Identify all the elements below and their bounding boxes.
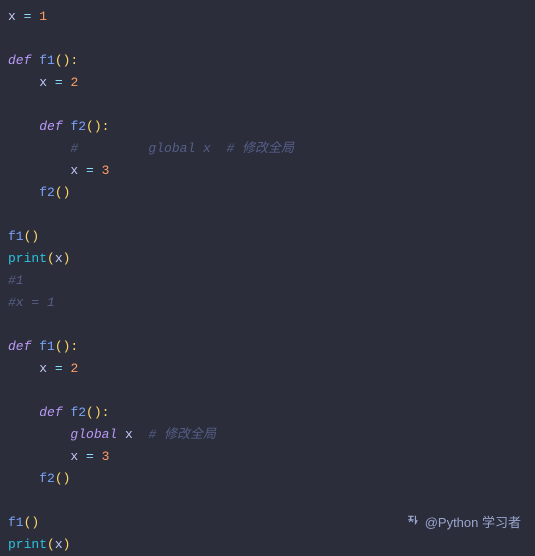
parentheses: (): [55, 339, 78, 354]
parentheses: () [55, 471, 71, 486]
code-line-22: f2() [8, 468, 527, 490]
keyword-def: def [8, 53, 39, 68]
parentheses: () [24, 515, 40, 530]
variable: x [8, 9, 16, 24]
function-call: f2 [39, 471, 55, 486]
code-line-14: #x = 1 [8, 292, 527, 314]
keyword-global: global [70, 427, 125, 442]
comment: # 修改全局 [133, 427, 216, 442]
argument: x [55, 537, 63, 552]
function-name: f2 [70, 119, 86, 134]
builtin-function: print [8, 251, 47, 266]
code-line-25: print(x) [8, 534, 527, 556]
code-line-17: x = 2 [8, 358, 527, 380]
code-line-blank [8, 490, 527, 512]
paren-open: ( [47, 537, 55, 552]
code-line-19: def f2(): [8, 402, 527, 424]
keyword-def: def [39, 119, 70, 134]
parentheses: (): [86, 405, 109, 420]
code-line-11: f1() [8, 226, 527, 248]
code-line-6: def f2(): [8, 116, 527, 138]
code-line-blank [8, 314, 527, 336]
operator: = [47, 361, 70, 376]
code-line-20: global x # 修改全局 [8, 424, 527, 446]
watermark-text: @Python 学习者 [425, 515, 521, 530]
number: 1 [39, 9, 47, 24]
comment: #1 [8, 273, 24, 288]
code-line-4: x = 2 [8, 72, 527, 94]
operator: = [47, 75, 70, 90]
number: 2 [70, 75, 78, 90]
function-call: f2 [39, 185, 55, 200]
operator: = [16, 9, 39, 24]
zhihu-icon [407, 513, 421, 535]
code-line-8: x = 3 [8, 160, 527, 182]
operator: = [78, 163, 101, 178]
number: 3 [102, 449, 110, 464]
keyword-def: def [8, 339, 39, 354]
builtin-function: print [8, 537, 47, 552]
parentheses: () [55, 185, 71, 200]
argument: x [55, 251, 63, 266]
code-line-1: x = 1 [8, 6, 527, 28]
comment: # global x # 修改全局 [70, 141, 294, 156]
code-line-12: print(x) [8, 248, 527, 270]
parentheses: () [24, 229, 40, 244]
code-line-13: #1 [8, 270, 527, 292]
function-call: f1 [8, 515, 24, 530]
code-line-3: def f1(): [8, 50, 527, 72]
variable: x [39, 75, 47, 90]
variable: x [39, 361, 47, 376]
keyword-def: def [39, 405, 70, 420]
comment: #x = 1 [8, 295, 55, 310]
variable: x [125, 427, 133, 442]
parentheses: (): [86, 119, 109, 134]
code-block: x = 1 def f1(): x = 2 def f2(): # global… [8, 6, 527, 556]
operator: = [78, 449, 101, 464]
number: 2 [70, 361, 78, 376]
code-line-7: # global x # 修改全局 [8, 138, 527, 160]
code-line-blank [8, 204, 527, 226]
code-line-16: def f1(): [8, 336, 527, 358]
paren-close: ) [63, 251, 71, 266]
code-line-blank [8, 94, 527, 116]
paren-close: ) [63, 537, 71, 552]
code-line-blank [8, 28, 527, 50]
watermark: @Python 学习者 [407, 512, 521, 535]
parentheses: (): [55, 53, 78, 68]
function-name: f1 [39, 53, 55, 68]
paren-open: ( [47, 251, 55, 266]
code-line-9: f2() [8, 182, 527, 204]
number: 3 [102, 163, 110, 178]
code-line-21: x = 3 [8, 446, 527, 468]
code-line-blank [8, 380, 527, 402]
function-name: f1 [39, 339, 55, 354]
function-call: f1 [8, 229, 24, 244]
function-name: f2 [70, 405, 86, 420]
